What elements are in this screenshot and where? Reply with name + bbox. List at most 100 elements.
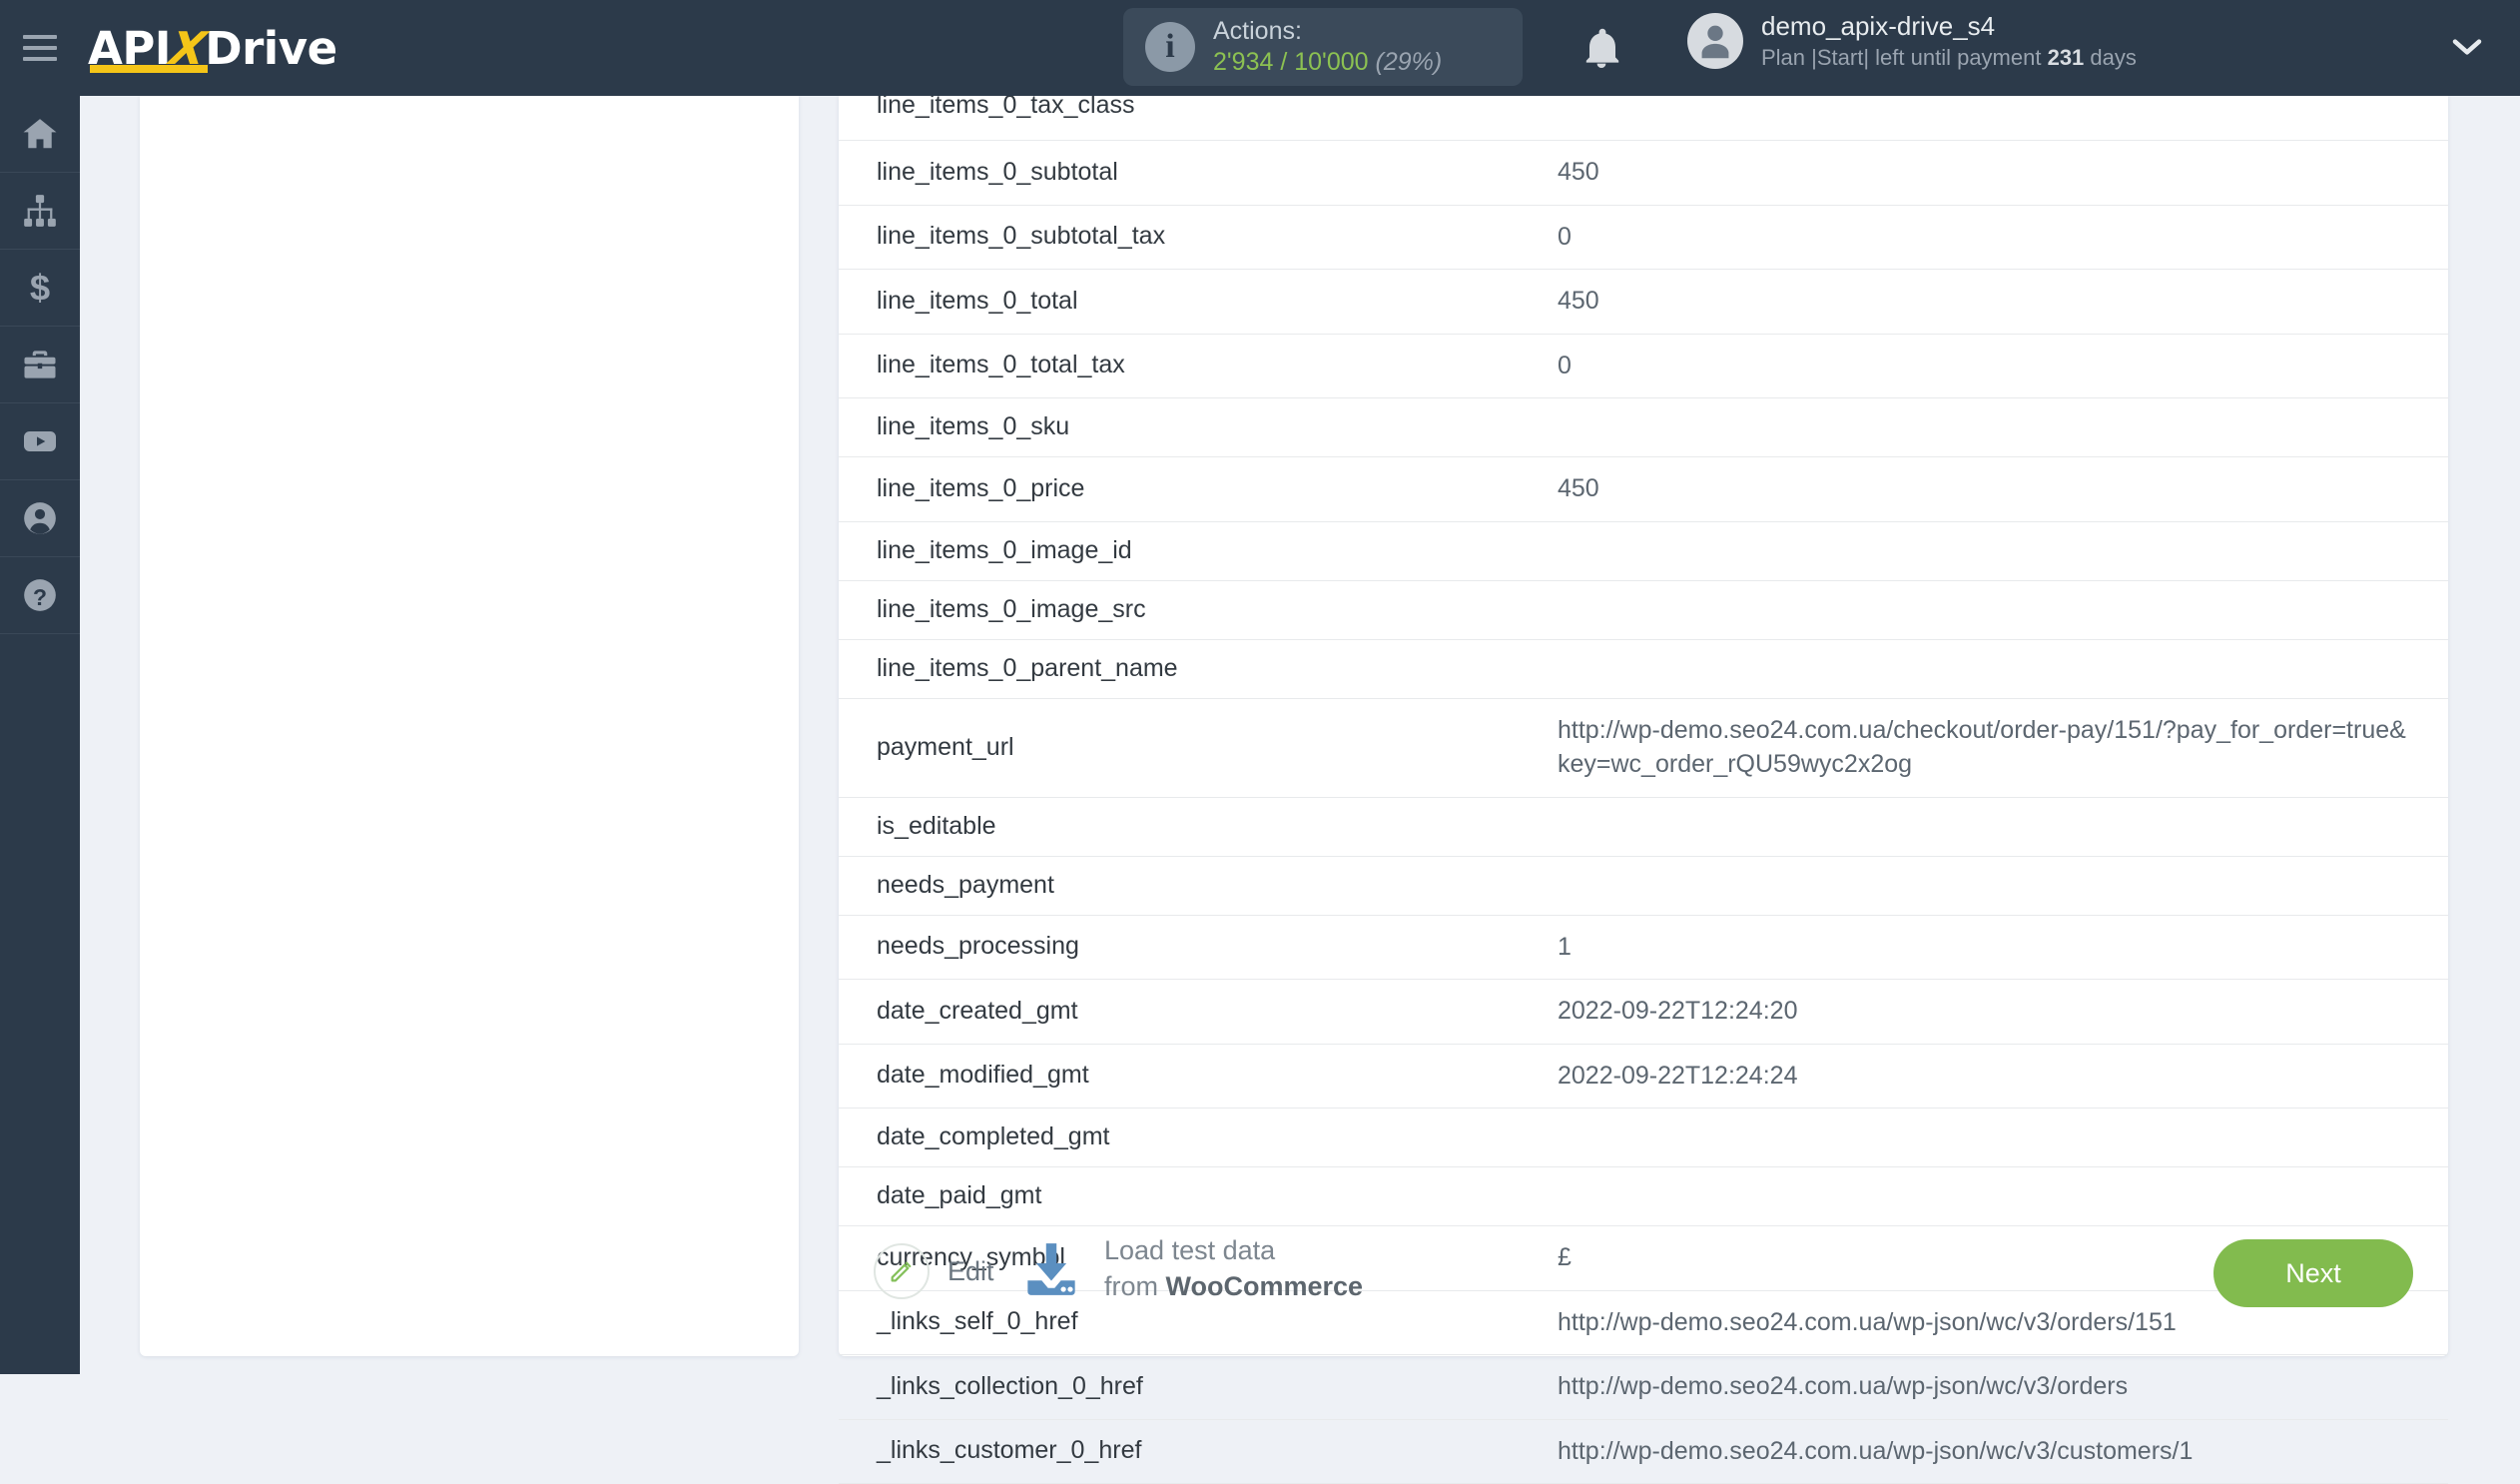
- field-value: 2022-09-22T12:24:20: [1558, 997, 1798, 1025]
- load-test-text: Load test data from WooCommerce: [1104, 1233, 1363, 1304]
- table-row: line_items_0_price 450: [839, 457, 2448, 521]
- field-value: 450: [1558, 287, 1599, 315]
- table-row: line_items_0_subtotal_tax 0: [839, 205, 2448, 270]
- info-icon: i: [1145, 22, 1195, 72]
- table-row: line_items_0_image_src: [839, 580, 2448, 639]
- card-footer: Edit Load test data from WooCommerce Nex…: [839, 1201, 2448, 1356]
- load-line-1: Load test data: [1104, 1235, 1276, 1265]
- plan-suffix: days: [2084, 44, 2137, 70]
- field-key: line_items_0_price: [877, 473, 1085, 502]
- actions-used: 2'934: [1213, 48, 1274, 76]
- table-row: _links_customer_0_href http://wp-demo.seo…: [839, 1419, 2448, 1484]
- field-value: [1558, 521, 2448, 580]
- actions-label: Actions:: [1213, 16, 1302, 45]
- table-row: line_items_0_sku: [839, 398, 2448, 457]
- sidebar-item-help[interactable]: ?: [0, 557, 80, 634]
- user-account[interactable]: demo_apix-drive_s4 Plan |Start| left unt…: [1687, 10, 2137, 72]
- user-avatar-icon: [1687, 13, 1743, 70]
- sidebar-item-video[interactable]: [0, 403, 80, 480]
- test-data-card: line_items_0_tax_class line_items_0_subto…: [839, 91, 2448, 1484]
- plan-days: 231: [2047, 44, 2085, 70]
- table-row: line_items_0_subtotal 450: [839, 141, 2448, 205]
- field-value: http://wp-demo.seo24.com.ua/wp-json/wc/v…: [1558, 1436, 2194, 1465]
- field-value: [1558, 856, 2448, 915]
- field-key: date_completed_gmt: [877, 1122, 1110, 1150]
- sitemap-icon: [24, 195, 56, 227]
- load-test-data-button[interactable]: Load test data from WooCommerce: [1018, 1233, 1363, 1304]
- field-key: line_items_0_image_id: [877, 535, 1132, 564]
- field-value: [1558, 1109, 2448, 1167]
- table-row: is_editable: [839, 797, 2448, 856]
- home-icon: [23, 119, 57, 149]
- user-name: demo_apix-drive_s4: [1761, 11, 1996, 41]
- table-row: line_items_0_parent_name: [839, 639, 2448, 698]
- sidebar-item-business[interactable]: [0, 327, 80, 403]
- sidebar-item-home[interactable]: [0, 96, 80, 173]
- field-value: 0: [1558, 351, 1572, 379]
- actions-counter[interactable]: i Actions: 2'934 / 10'000 (29%): [1123, 8, 1523, 86]
- actions-values: 2'934 / 10'000 (29%): [1213, 47, 1442, 78]
- table-row: line_items_0_total 450: [839, 270, 2448, 334]
- field-value: http://wp-demo.seo24.com.ua/wp-json/wc/v…: [1558, 1372, 2129, 1400]
- field-key: _links_customer_0_href: [877, 1436, 1142, 1465]
- sidebar-item-billing[interactable]: $: [0, 250, 80, 327]
- actions-limit: 10'000: [1294, 48, 1369, 76]
- sidebar-item-connections[interactable]: [0, 173, 80, 250]
- svg-text:$: $: [30, 269, 50, 307]
- field-value: http://wp-demo.seo24.com.ua/checkout/ord…: [1558, 715, 2406, 779]
- table-row: needs_processing 1: [839, 915, 2448, 980]
- sidebar-rail: $ ?: [0, 96, 80, 1374]
- table-row: date_modified_gmt 2022-09-22T12:24:24: [839, 1044, 2448, 1109]
- field-key: payment_url: [877, 732, 1014, 761]
- sidebar-item-account[interactable]: [0, 480, 80, 557]
- main-content: line_items_0_tax_class line_items_0_subto…: [80, 91, 2520, 1484]
- field-key: _links_collection_0_href: [877, 1371, 1143, 1400]
- hamburger-icon[interactable]: [0, 0, 80, 96]
- user-plan: Plan |Start| left until payment 231 days: [1761, 44, 2137, 73]
- field-key: date_modified_gmt: [877, 1061, 1089, 1090]
- hamburger-bar: [23, 35, 57, 39]
- bell-icon[interactable]: [1577, 24, 1625, 72]
- logo-underline: [90, 64, 208, 73]
- edit-label: Edit: [947, 1255, 994, 1286]
- next-button[interactable]: Next: [2213, 1239, 2413, 1307]
- load-line-2: from WooCommerce: [1104, 1269, 1363, 1305]
- field-key: line_items_0_subtotal: [877, 157, 1118, 186]
- svg-text:?: ?: [33, 584, 47, 610]
- field-value: 450: [1558, 474, 1599, 502]
- field-key: line_items_0_sku: [877, 412, 1070, 440]
- chevron-down-icon[interactable]: [2451, 36, 2483, 63]
- field-key: needs_payment: [877, 870, 1054, 899]
- actions-text: Actions: 2'934 / 10'000 (29%): [1213, 16, 1442, 79]
- table-row: _links_collection_0_href http://wp-demo.s…: [839, 1355, 2448, 1419]
- dollar-icon: $: [30, 269, 50, 307]
- field-key: line_items_0_subtotal_tax: [877, 222, 1166, 251]
- field-value: 450: [1558, 158, 1599, 186]
- table-row: date_completed_gmt: [839, 1109, 2448, 1167]
- actions-percent: (29%): [1375, 48, 1443, 76]
- field-key: needs_processing: [877, 932, 1079, 961]
- table-row: line_items_0_tax_class: [839, 91, 2448, 141]
- field-value: [1558, 797, 2448, 856]
- hamburger-bar: [23, 57, 57, 61]
- field-value: [1558, 398, 2448, 457]
- question-icon: ?: [24, 579, 56, 611]
- field-key: line_items_0_tax_class: [877, 91, 1135, 119]
- apixdrive-logo[interactable]: APIXDrive: [88, 22, 337, 75]
- table-row: payment_url http://wp-demo.seo24.com.ua/c…: [839, 698, 2448, 797]
- table-row: needs_payment: [839, 856, 2448, 915]
- field-key: line_items_0_total: [877, 286, 1078, 315]
- field-key: line_items_0_parent_name: [877, 653, 1178, 682]
- left-panel-card: [140, 96, 799, 1356]
- field-value: 0: [1558, 222, 1572, 251]
- youtube-icon: [24, 431, 56, 451]
- user-circle-icon: [24, 502, 56, 534]
- field-value: [1558, 639, 2448, 698]
- logo-drive: Drive: [205, 21, 337, 75]
- field-value: [1558, 96, 2448, 141]
- logo-text: APIXDrive: [88, 22, 337, 75]
- user-text: demo_apix-drive_s4 Plan |Start| left unt…: [1761, 10, 2137, 72]
- field-value: 2022-09-22T12:24:24: [1558, 1061, 1798, 1090]
- edit-button[interactable]: Edit: [874, 1243, 994, 1299]
- table-row: date_created_gmt 2022-09-22T12:24:20: [839, 980, 2448, 1044]
